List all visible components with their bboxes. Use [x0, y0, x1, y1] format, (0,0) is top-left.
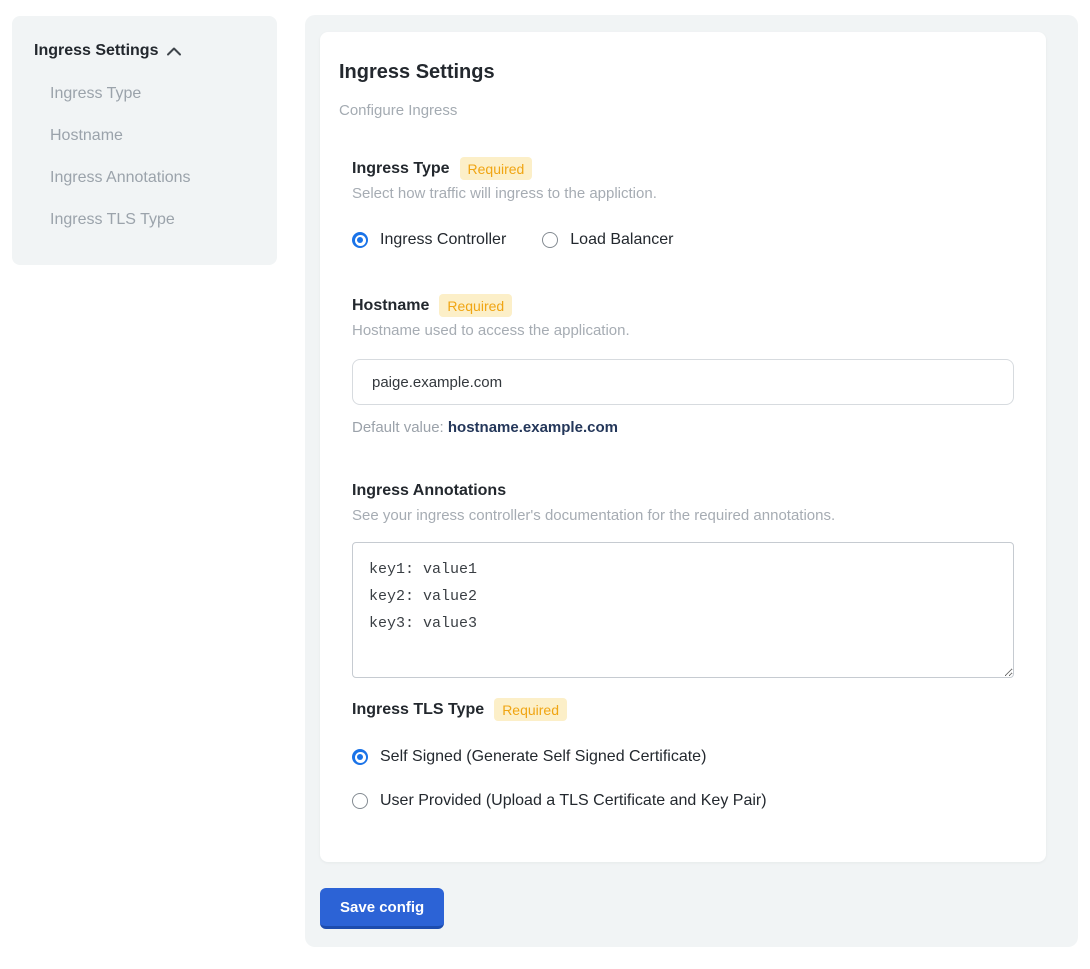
card-title: Ingress Settings [339, 60, 1027, 84]
radio-option-label: Load Balancer [570, 230, 673, 250]
hostname-section: Hostname Required Hostname used to acces… [352, 294, 1014, 438]
hostname-description: Hostname used to access the application. [352, 321, 1014, 341]
radio-option-ingress-controller[interactable]: Ingress Controller [352, 230, 506, 250]
chevron-up-icon [166, 47, 182, 56]
radio-option-load-balancer[interactable]: Load Balancer [542, 230, 673, 250]
ingress-annotations-textarea[interactable]: key1: value1 key2: value2 key3: value3 [352, 542, 1014, 678]
ingress-annotations-section: Ingress Annotations See your ingress con… [352, 480, 1014, 678]
radio-option-label: User Provided (Upload a TLS Certificate … [380, 791, 767, 811]
required-badge: Required [494, 698, 567, 721]
radio-option-label: Self Signed (Generate Self Signed Certif… [380, 747, 706, 767]
radio-selected-icon[interactable] [352, 232, 368, 248]
default-value-text: hostname.example.com [448, 419, 618, 436]
ingress-tls-type-section: Ingress TLS Type Required Self Signed (G… [352, 698, 1014, 811]
sidebar: Ingress Settings Ingress Type Hostname I… [12, 16, 277, 265]
ingress-type-label: Ingress Type [352, 158, 450, 180]
default-value-prefix: Default value: [352, 419, 448, 436]
ingress-tls-type-label: Ingress TLS Type [352, 699, 484, 721]
settings-panel: Ingress Settings Configure Ingress Ingre… [305, 15, 1078, 947]
save-config-button[interactable]: Save config [320, 888, 444, 929]
required-badge: Required [439, 294, 512, 317]
radio-option-user-provided[interactable]: User Provided (Upload a TLS Certificate … [352, 791, 1014, 811]
sidebar-item-ingress-tls-type[interactable]: Ingress TLS Type [34, 211, 261, 229]
hostname-label: Hostname [352, 295, 429, 317]
radio-unselected-icon[interactable] [352, 793, 368, 809]
sidebar-section-title: Ingress Settings [34, 42, 158, 60]
radio-option-self-signed[interactable]: Self Signed (Generate Self Signed Certif… [352, 747, 1014, 767]
hostname-input[interactable] [352, 359, 1014, 405]
ingress-type-radio-group: Ingress Controller Load Balancer [352, 230, 1014, 250]
radio-selected-icon[interactable] [352, 749, 368, 765]
ingress-type-description: Select how traffic will ingress to the a… [352, 184, 1014, 204]
sidebar-item-ingress-annotations[interactable]: Ingress Annotations [34, 169, 261, 187]
ingress-annotations-description: See your ingress controller's documentat… [352, 506, 1014, 526]
required-badge: Required [460, 157, 533, 180]
radio-option-label: Ingress Controller [380, 230, 506, 250]
sidebar-item-ingress-type[interactable]: Ingress Type [34, 85, 261, 103]
ingress-annotations-label: Ingress Annotations [352, 480, 506, 502]
sidebar-section-toggle[interactable]: Ingress Settings [34, 42, 261, 60]
card-subtitle: Configure Ingress [339, 101, 1027, 121]
radio-unselected-icon[interactable] [542, 232, 558, 248]
ingress-settings-card: Ingress Settings Configure Ingress Ingre… [320, 32, 1046, 862]
sidebar-item-hostname[interactable]: Hostname [34, 127, 261, 145]
hostname-default-helper: Default value: hostname.example.com [352, 418, 1014, 438]
ingress-type-section: Ingress Type Required Select how traffic… [352, 157, 1014, 250]
